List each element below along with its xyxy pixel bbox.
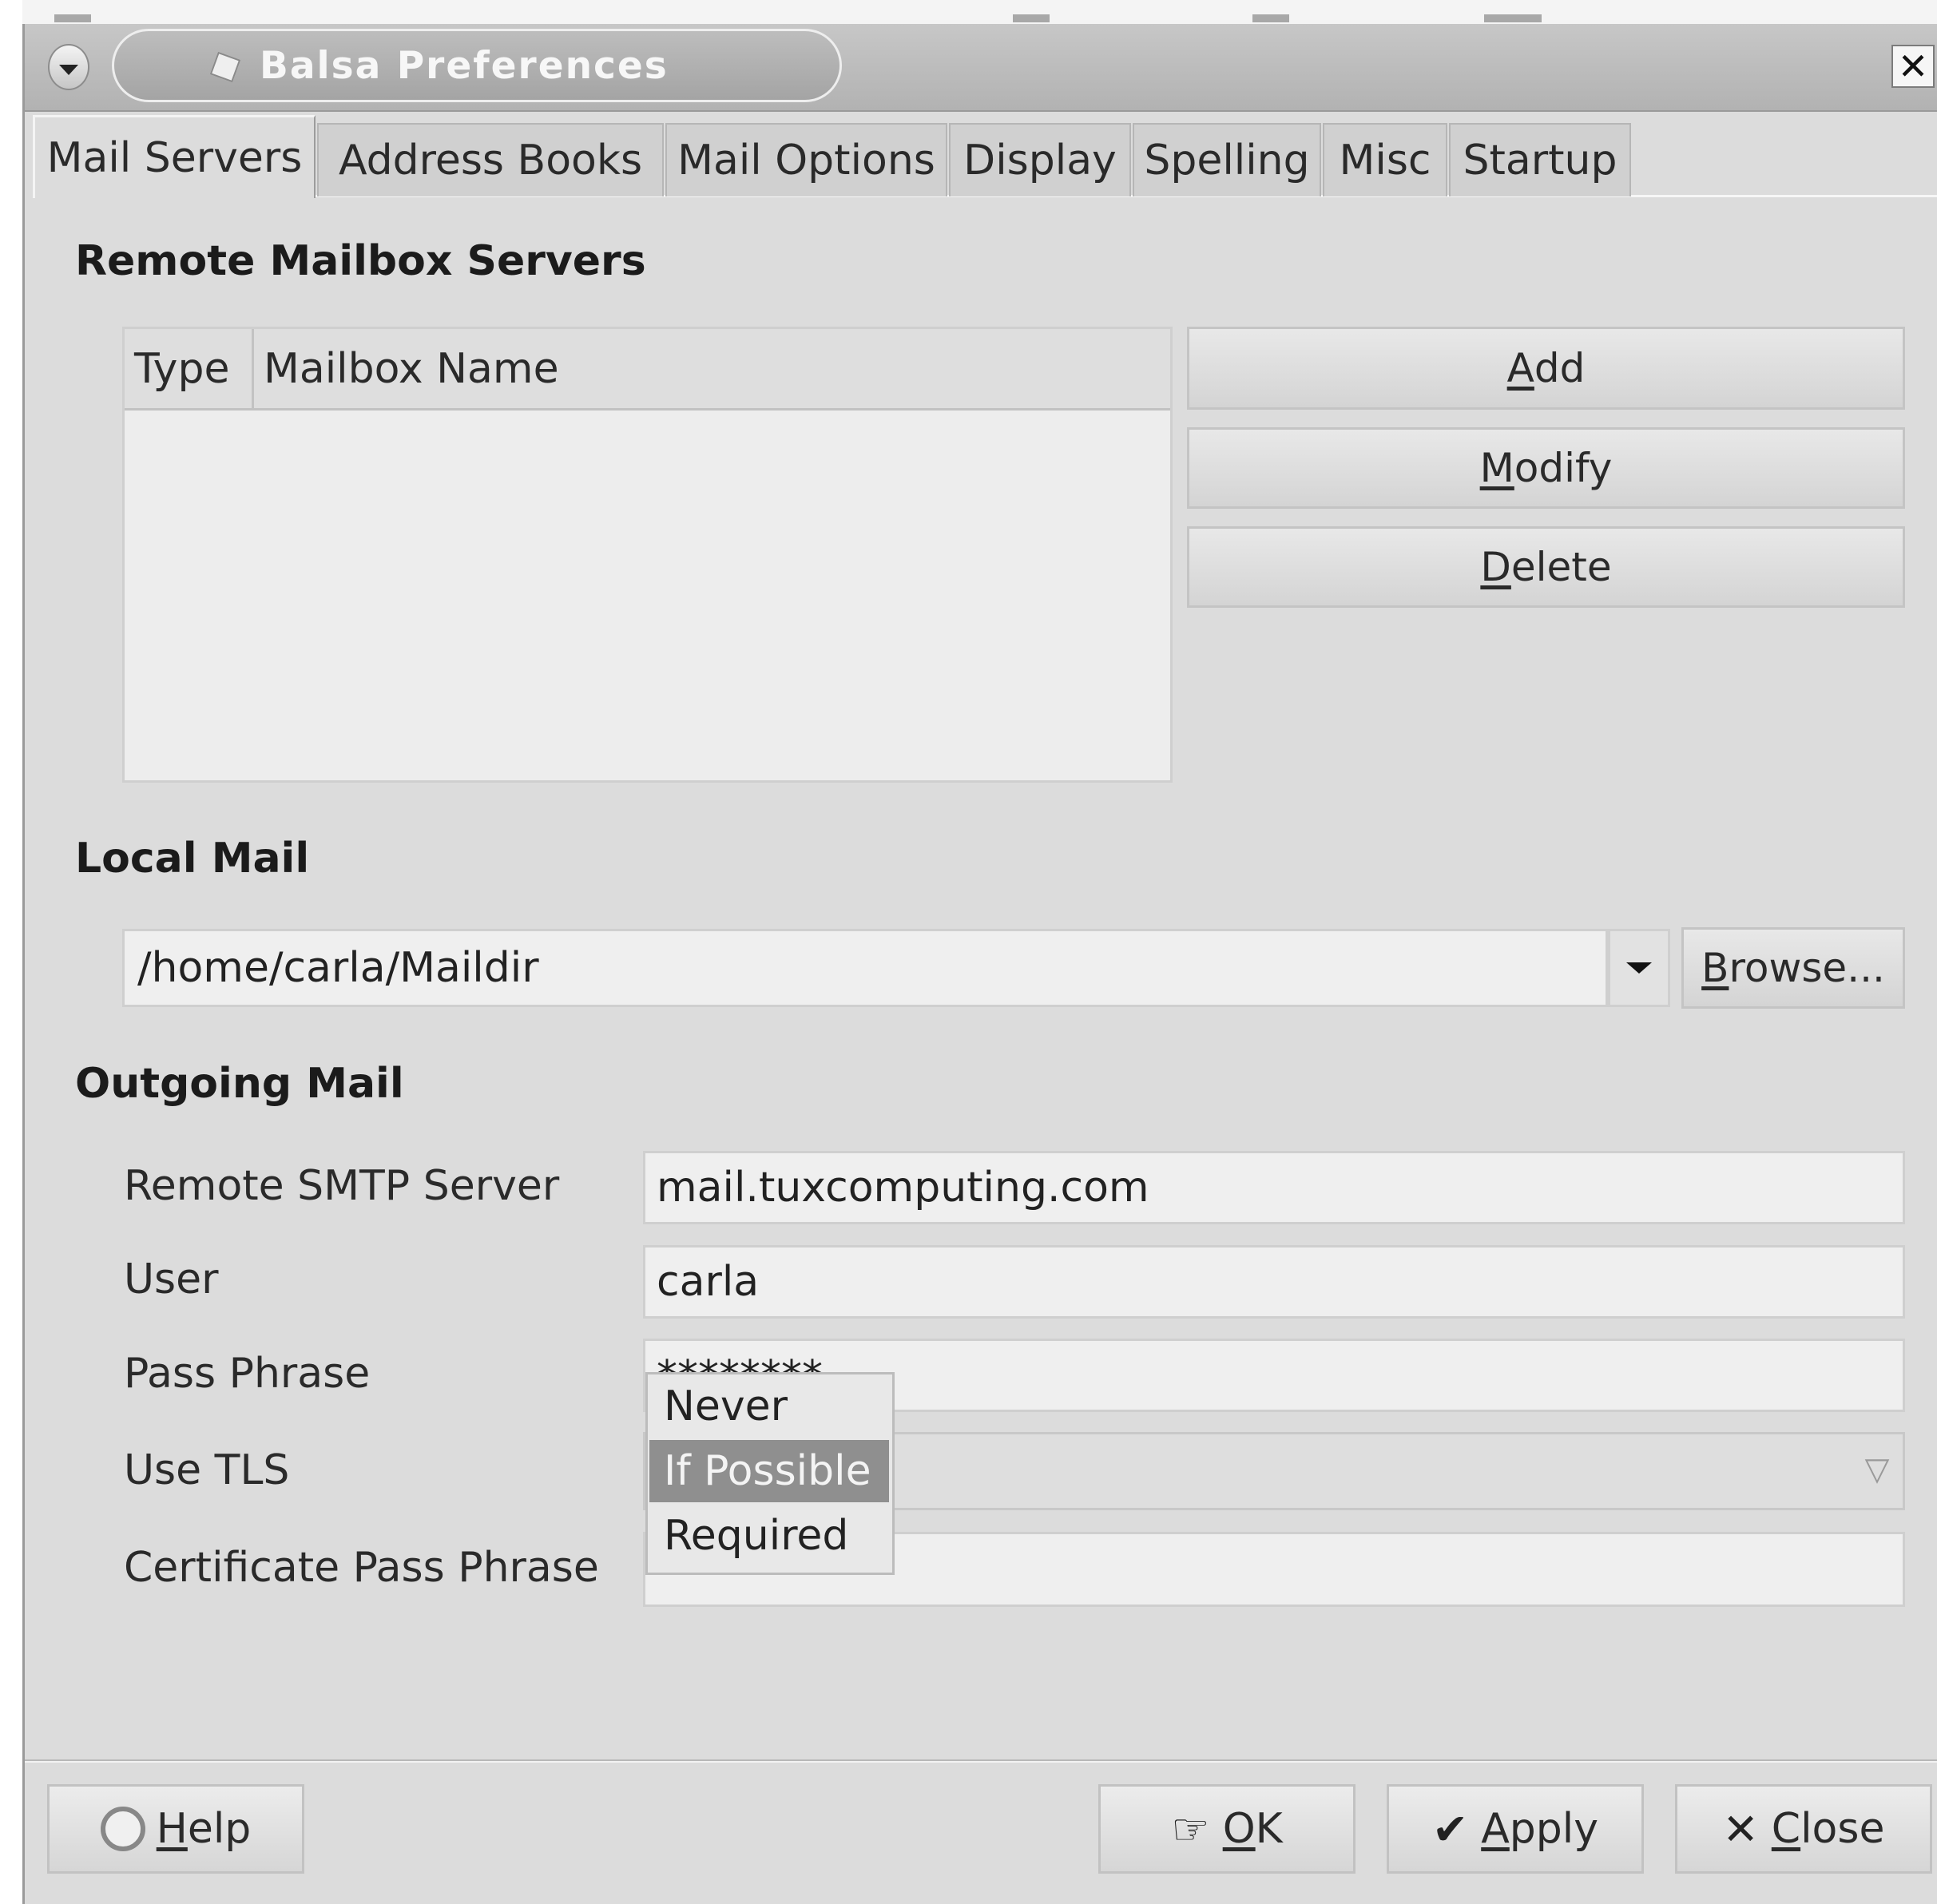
tab-label: Spelling — [1144, 137, 1310, 184]
tab-spelling[interactable]: Spelling — [1133, 123, 1321, 196]
tls-option-required[interactable]: Required — [649, 1505, 889, 1567]
local-mail-heading: Local Mail — [75, 835, 310, 883]
mnemonic: A — [1481, 1805, 1510, 1853]
title-pill: Balsa Preferences — [112, 29, 842, 102]
tab-display[interactable]: Display — [949, 123, 1131, 196]
browse-button[interactable]: Browse... — [1681, 927, 1905, 1009]
strip-mark — [1252, 14, 1289, 22]
balsa-app-icon — [210, 52, 242, 79]
user-input[interactable]: carla — [643, 1245, 1905, 1319]
tab-label: Startup — [1463, 137, 1617, 184]
background-window-strip — [22, 0, 1937, 26]
chevron-down-icon — [59, 64, 78, 75]
delete-button[interactable]: Delete — [1187, 526, 1905, 608]
column-header-type[interactable]: Type — [125, 329, 254, 408]
ok-hand-icon: ☞ — [1171, 1803, 1210, 1854]
certificate-pass-phrase-label: Certificate Pass Phrase — [124, 1544, 599, 1592]
mnemonic: O — [1222, 1805, 1256, 1853]
help-button[interactable]: Help — [47, 1784, 304, 1874]
smtp-server-label: Remote SMTP Server — [124, 1162, 560, 1210]
column-header-mailbox-name[interactable]: Mailbox Name — [254, 329, 1170, 408]
close-icon: ✕ — [1722, 1803, 1759, 1854]
button-label: dd — [1534, 345, 1586, 391]
chevron-down-icon — [1626, 962, 1652, 974]
mnemonic: M — [1479, 445, 1514, 491]
local-mail-path-input[interactable]: /home/carla/Maildir — [122, 929, 1608, 1007]
add-button[interactable]: Add — [1187, 327, 1905, 410]
tab-label: Mail Options — [677, 137, 935, 184]
window-close-button[interactable]: ✕ — [1891, 45, 1935, 88]
tls-option-if-possible[interactable]: If Possible — [649, 1440, 889, 1502]
pass-phrase-label: Pass Phrase — [124, 1350, 371, 1398]
close-icon: ✕ — [1897, 45, 1929, 88]
dropdown-triangle-icon: ▽ — [1864, 1451, 1890, 1488]
tab-mail-servers[interactable]: Mail Servers — [33, 115, 316, 198]
help-lifebuoy-icon — [100, 1807, 145, 1851]
local-mail-dropdown-button[interactable] — [1608, 929, 1670, 1007]
window-menu-button[interactable] — [48, 44, 89, 90]
button-label: pply — [1509, 1805, 1599, 1853]
tls-option-never[interactable]: Never — [649, 1375, 889, 1438]
button-label: odify — [1514, 445, 1613, 491]
tab-label: Display — [963, 137, 1117, 184]
use-tls-label: Use TLS — [124, 1446, 290, 1494]
outgoing-mail-heading: Outgoing Mail — [75, 1060, 404, 1108]
smtp-server-input[interactable]: mail.tuxcomputing.com — [643, 1151, 1905, 1224]
tab-label: Address Books — [338, 137, 643, 184]
strip-mark — [1484, 14, 1542, 22]
mnemonic: H — [156, 1805, 188, 1853]
button-label: elp — [187, 1805, 252, 1853]
tab-address-books[interactable]: Address Books — [317, 123, 664, 196]
remote-servers-heading: Remote Mailbox Servers — [75, 237, 646, 285]
mnemonic: A — [1506, 345, 1534, 391]
tab-label: Misc — [1339, 137, 1431, 184]
modify-button[interactable]: Modify — [1187, 427, 1905, 509]
button-bar-separator — [25, 1759, 1937, 1763]
tab-label: Mail Servers — [46, 133, 303, 182]
button-label: K — [1255, 1805, 1283, 1853]
strip-mark — [54, 14, 91, 22]
strip-mark — [1013, 14, 1050, 22]
tab-misc[interactable]: Misc — [1323, 123, 1447, 196]
ok-button[interactable]: ☞ OK — [1098, 1784, 1356, 1874]
apply-button[interactable]: ✔ Apply — [1387, 1784, 1644, 1874]
checkmark-icon: ✔ — [1431, 1803, 1469, 1854]
mnemonic: D — [1480, 544, 1511, 590]
button-label: rowse... — [1729, 945, 1885, 991]
tab-startup[interactable]: Startup — [1449, 123, 1631, 196]
user-label: User — [124, 1255, 219, 1303]
button-label: elete — [1510, 544, 1612, 590]
mailbox-list-header: Type Mailbox Name — [125, 329, 1170, 411]
mnemonic: C — [1771, 1805, 1801, 1853]
button-label: lose — [1800, 1805, 1885, 1853]
mnemonic: B — [1701, 945, 1729, 991]
window-title: Balsa Preferences — [260, 43, 669, 88]
close-button[interactable]: ✕ Close — [1675, 1784, 1932, 1874]
tab-mail-options[interactable]: Mail Options — [665, 123, 947, 196]
